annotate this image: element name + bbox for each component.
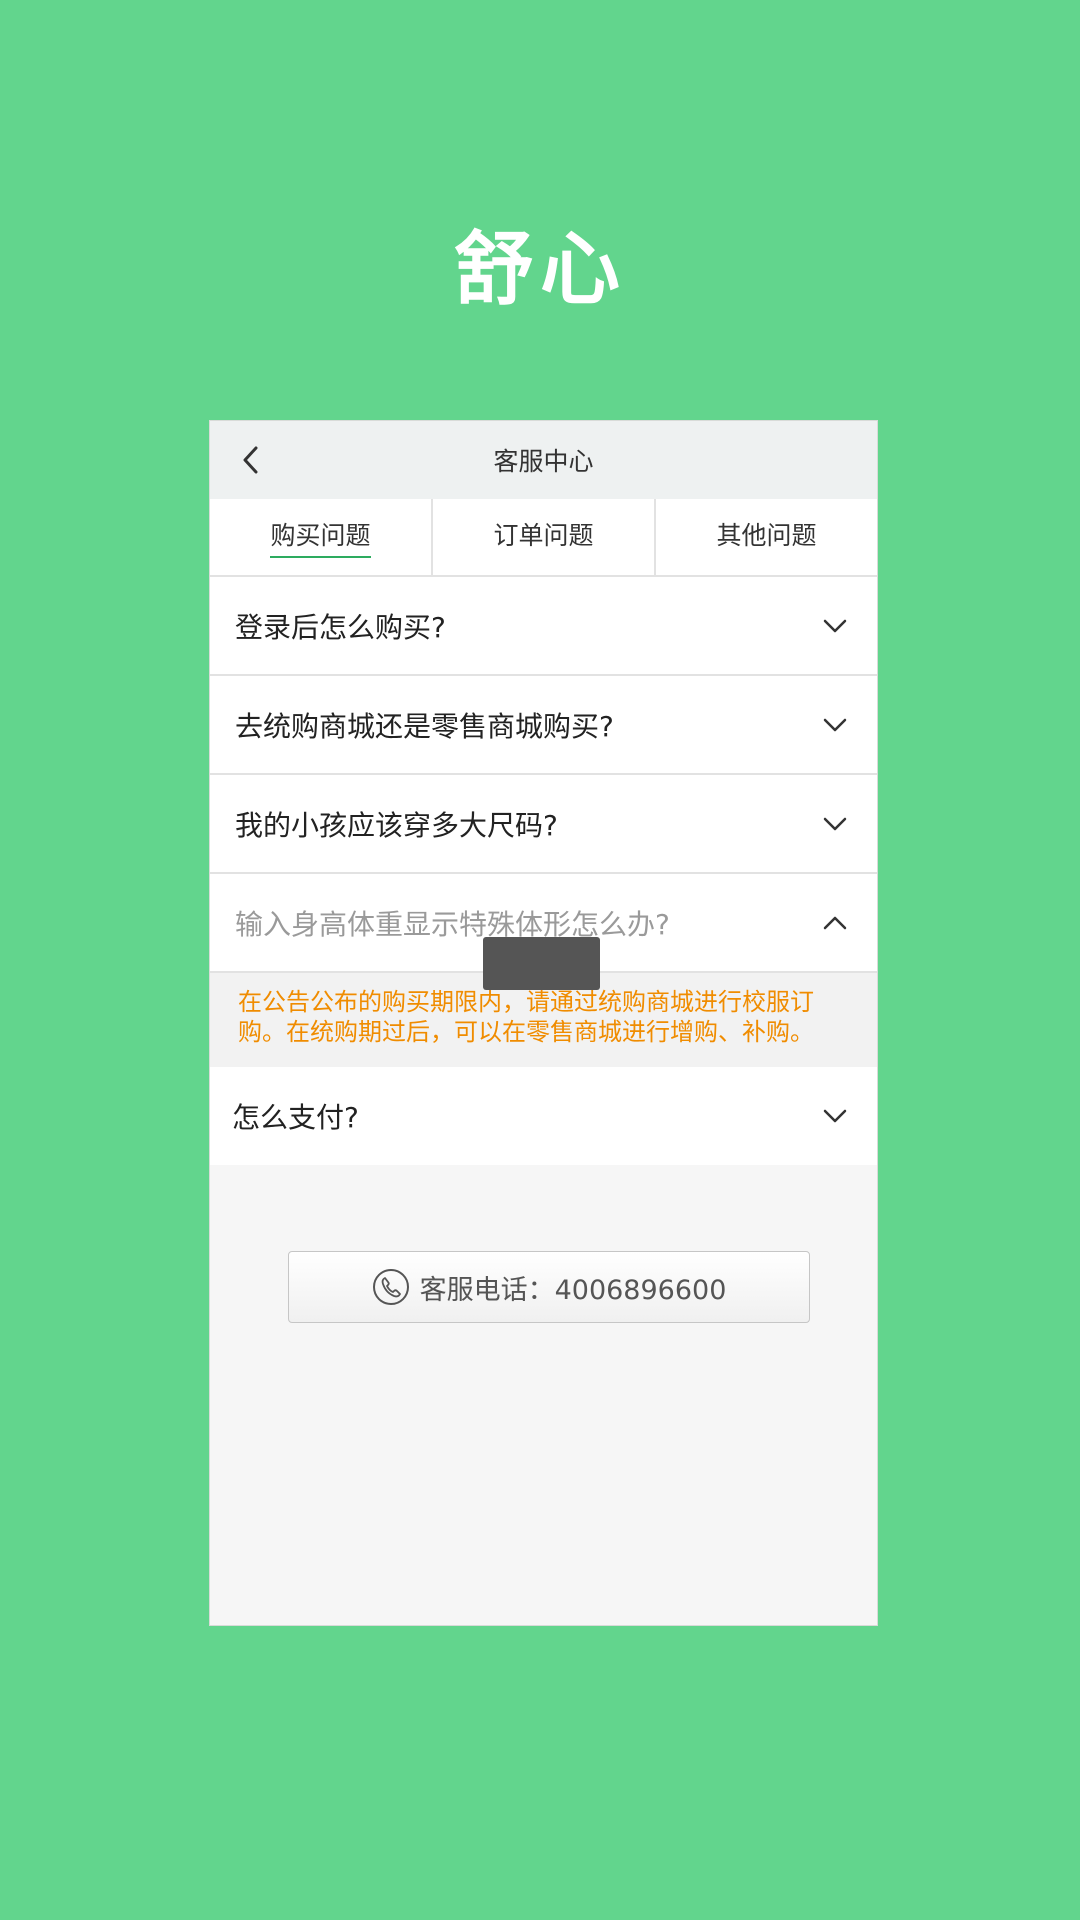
chevron-down-icon [823, 718, 847, 731]
faq-question: 我的小孩应该穿多大尺码? [235, 808, 558, 842]
back-button[interactable] [230, 439, 272, 481]
faq-item[interactable]: 登录后怎么购买? [210, 577, 877, 674]
brand-logo: 舒心 [454, 223, 626, 316]
tab-other[interactable]: 其他问题 [654, 499, 877, 575]
tab-label: 订单问题 [493, 521, 594, 550]
nav-header: 客服中心 [210, 421, 877, 499]
toast-overlay [483, 937, 600, 990]
tab-label: 购买问题 [270, 516, 371, 558]
category-tabs: 购买问题 订单问题 其他问题 [210, 499, 877, 577]
faq-item[interactable]: 怎么支付? [210, 1067, 877, 1165]
tab-label: 其他问题 [716, 521, 817, 550]
phone-screen: 客服中心 购买问题 订单问题 其他问题 登录后怎么购买? 去统购商城还是零售商城… [209, 420, 878, 1626]
customer-service-phone-button[interactable]: 客服电话：4006896600 [288, 1251, 810, 1323]
phone-icon [372, 1269, 409, 1305]
faq-question: 登录后怎么购买? [235, 610, 446, 644]
page-title: 客服中心 [493, 447, 594, 476]
phone-button-label: 客服电话：4006896600 [419, 1274, 727, 1306]
faq-question: 怎么支付? [232, 1101, 359, 1134]
faq-item[interactable]: 去统购商城还是零售商城购买? [210, 676, 877, 773]
chevron-left-icon [243, 446, 258, 474]
faq-item[interactable]: 我的小孩应该穿多大尺码? [210, 775, 877, 872]
chevron-down-icon [823, 619, 847, 632]
chevron-down-icon [823, 1109, 847, 1123]
tab-purchase[interactable]: 购买问题 [210, 499, 431, 575]
chevron-up-icon [823, 916, 847, 929]
tab-order[interactable]: 订单问题 [431, 499, 654, 575]
faq-question: 输入身高体重显示特殊体形怎么办? [235, 907, 670, 941]
faq-question: 去统购商城还是零售商城购买? [235, 709, 614, 743]
chevron-down-icon [823, 817, 847, 830]
